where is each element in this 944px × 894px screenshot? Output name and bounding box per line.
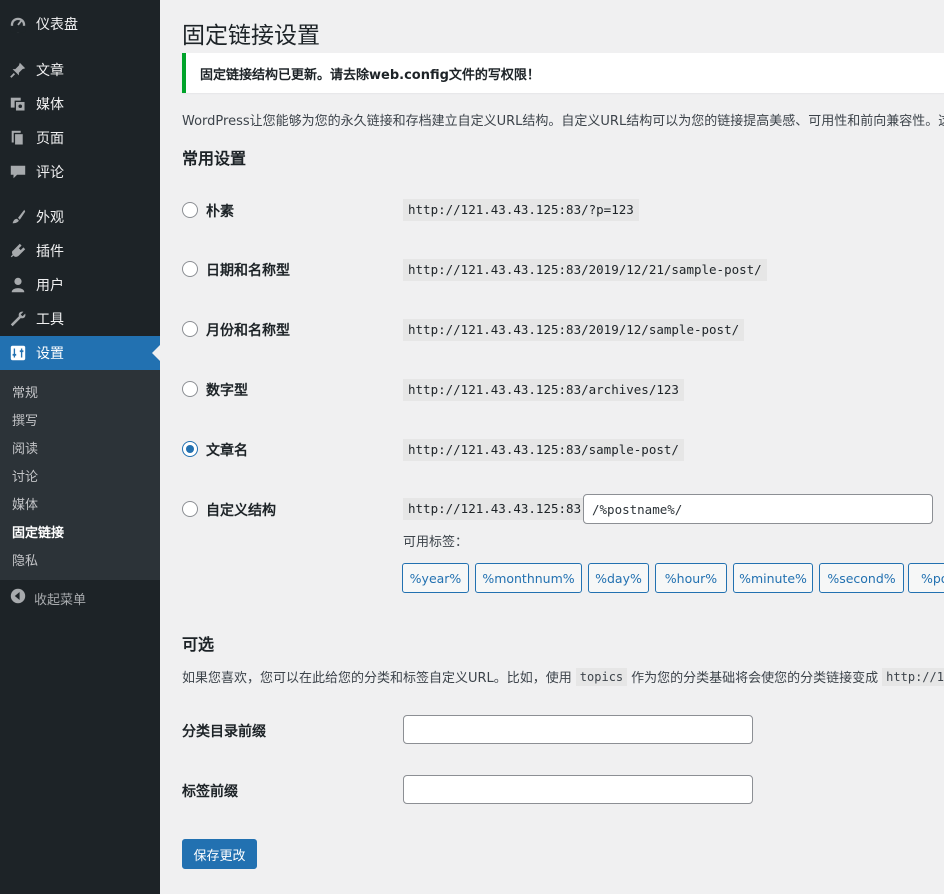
menu-posts-label: 文章	[36, 63, 64, 79]
option-post-name-label[interactable]: 文章名	[206, 440, 248, 460]
option-plain-url: http://121.43.43.125:83/?p=123	[403, 199, 639, 221]
tag-second-button[interactable]: %second%	[819, 563, 904, 593]
optional-description: 如果您喜欢，您可以在此给您的分类和标签自定义URL。比如，使用 topics 作…	[182, 667, 944, 686]
collapse-icon	[10, 588, 26, 608]
intro-text: WordPress让您能够为您的永久链接和存档建立自定义URL结构。自定义URL…	[182, 114, 944, 129]
menu-posts[interactable]: 文章	[0, 53, 160, 87]
page-title: 固定链接设置	[182, 23, 320, 49]
menu-plugins-label: 插件	[36, 244, 64, 260]
comments-icon	[8, 162, 28, 182]
option-month-name-label[interactable]: 月份和名称型	[206, 320, 290, 340]
tag-hour-button[interactable]: %hour%	[655, 563, 727, 593]
menu-users-label: 用户	[36, 278, 64, 294]
menu-plugins[interactable]: 插件	[0, 234, 160, 268]
menu-settings[interactable]: 设置	[0, 336, 160, 370]
option-day-name-url: http://121.43.43.125:83/2019/12/21/sampl…	[403, 259, 767, 281]
menu-dashboard[interactable]: 仪表盘	[0, 7, 160, 41]
collapse-menu-label: 收起菜单	[34, 592, 87, 608]
custom-structure-value: /%postname%/	[592, 501, 683, 517]
submenu-privacy[interactable]: 隐私	[12, 550, 38, 569]
submenu-media[interactable]: 媒体	[12, 494, 38, 513]
radio-post-name[interactable]	[182, 441, 198, 457]
wrench-icon	[8, 309, 28, 329]
option-month-name-url: http://121.43.43.125:83/2019/12/sample-p…	[403, 319, 745, 341]
submenu-reading[interactable]: 阅读	[12, 438, 38, 457]
menu-pages[interactable]: 页面	[0, 121, 160, 155]
notice-text: 固定链接结构已更新。请去除web.config文件的写权限！	[200, 67, 540, 83]
option-day-name-label[interactable]: 日期和名称型	[206, 260, 290, 280]
menu-media-label: 媒体	[36, 97, 64, 113]
radio-month-name[interactable]	[182, 321, 198, 337]
menu-comments[interactable]: 评论	[0, 155, 160, 189]
optional-text-b: 作为您的分类基础将会使您的分类链接变成	[631, 671, 879, 686]
menu-comments-label: 评论	[36, 165, 64, 181]
save-changes-label: 保存更改	[193, 848, 246, 864]
menu-dashboard-label: 仪表盘	[36, 17, 78, 33]
optional-text-a: 如果您喜欢，您可以在此给您的分类和标签自定义URL。比如，使用	[182, 671, 572, 686]
menu-appearance-label: 外观	[36, 210, 64, 226]
menu-settings-label: 设置	[36, 346, 64, 362]
available-tags-label: 可用标签：	[403, 535, 469, 550]
brush-icon	[8, 207, 28, 227]
media-icon	[8, 94, 28, 114]
option-numeric-url: http://121.43.43.125:83/archives/123	[403, 379, 684, 401]
option-numeric-label[interactable]: 数字型	[206, 380, 248, 400]
pages-icon	[8, 128, 28, 148]
plugin-icon	[8, 241, 28, 261]
custom-base-url: http://121.43.43.125:83	[403, 498, 587, 520]
radio-custom-structure[interactable]	[182, 501, 198, 517]
save-changes-button[interactable]: 保存更改	[182, 839, 257, 869]
main-content: 固定链接设置 固定链接结构已更新。请去除web.config文件的写权限！ Wo…	[160, 0, 944, 894]
tag-day-button[interactable]: %day%	[588, 563, 649, 593]
success-notice: 固定链接结构已更新。请去除web.config文件的写权限！	[182, 53, 944, 93]
admin-sidebar: 仪表盘 文章 媒体 页面 评论 外观 插件 用户 工具 设置 常规 撰写 阅读 …	[0, 0, 160, 894]
tag-minute-button[interactable]: %minute%	[733, 563, 813, 593]
dashboard-icon	[8, 14, 28, 34]
option-plain-label[interactable]: 朴素	[206, 201, 234, 221]
optional-code-topics: topics	[575, 667, 628, 686]
submenu-discussion[interactable]: 讨论	[12, 466, 38, 485]
submenu-permalinks[interactable]: 固定链接	[12, 522, 64, 541]
users-icon	[8, 275, 28, 295]
custom-structure-input[interactable]: /%postname%/	[583, 494, 933, 524]
tag-base-label: 标签前缀	[182, 784, 238, 800]
menu-pages-label: 页面	[36, 131, 64, 147]
category-base-input[interactable]	[403, 715, 753, 744]
pin-icon	[8, 60, 28, 80]
option-post-name-url: http://121.43.43.125:83/sample-post/	[403, 439, 684, 461]
submenu-general[interactable]: 常规	[12, 382, 38, 401]
tag-monthnum-button[interactable]: %monthnum%	[475, 563, 582, 593]
menu-tools-label: 工具	[36, 312, 64, 328]
optional-heading: 可选	[182, 635, 215, 654]
settings-submenu: 常规 撰写 阅读 讨论 媒体 固定链接 隐私	[0, 370, 160, 580]
menu-users[interactable]: 用户	[0, 268, 160, 302]
radio-numeric[interactable]	[182, 381, 198, 397]
collapse-menu-button[interactable]: 收起菜单	[0, 586, 160, 610]
radio-plain[interactable]	[182, 202, 198, 218]
submenu-writing[interactable]: 撰写	[12, 410, 38, 429]
optional-code-url: http://121	[882, 667, 944, 686]
menu-tools[interactable]: 工具	[0, 302, 160, 336]
tag-base-input[interactable]	[403, 775, 753, 804]
common-settings-heading: 常用设置	[182, 149, 247, 168]
menu-media[interactable]: 媒体	[0, 87, 160, 121]
settings-icon	[8, 343, 28, 363]
tag-postname-button[interactable]: %po	[908, 563, 944, 593]
category-base-label: 分类目录前缀	[182, 724, 266, 740]
radio-day-name[interactable]	[182, 261, 198, 277]
option-custom-label[interactable]: 自定义结构	[206, 500, 276, 520]
menu-appearance[interactable]: 外观	[0, 200, 160, 234]
tag-year-button[interactable]: %year%	[402, 563, 469, 593]
